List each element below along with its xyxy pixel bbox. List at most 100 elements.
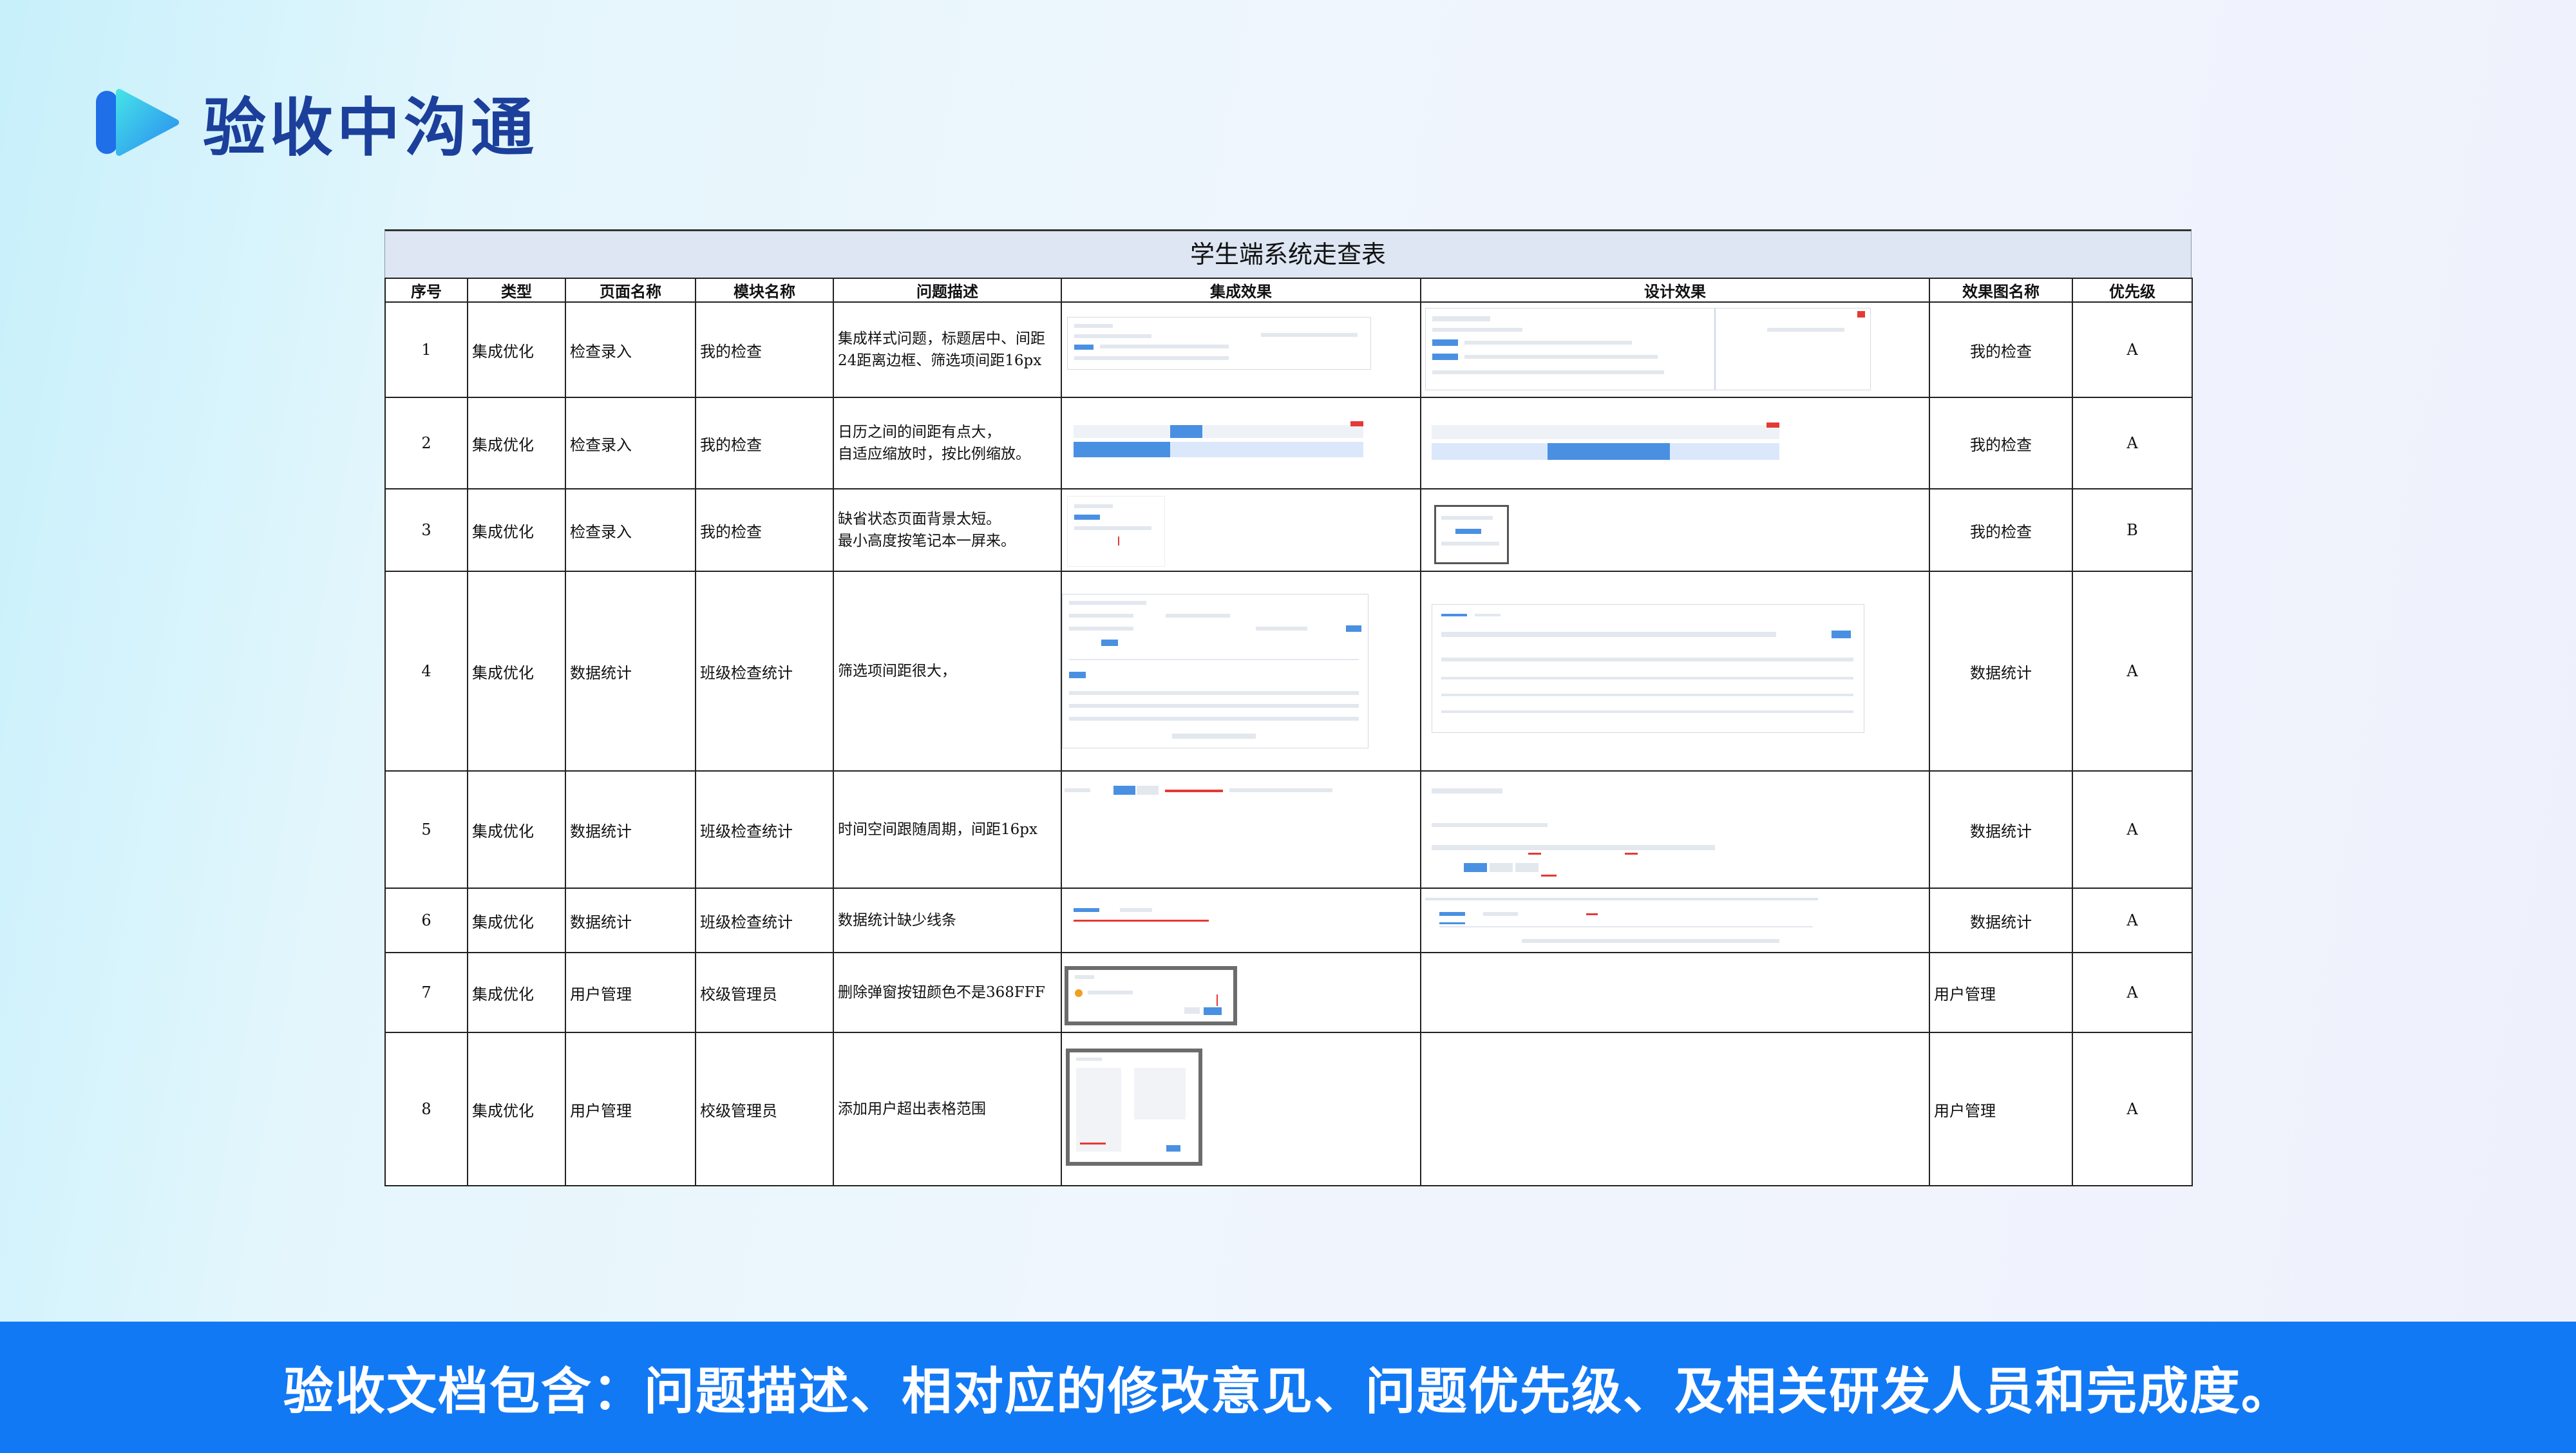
screenshot-thumbnail: [1425, 781, 1721, 884]
integrated-screenshot: [1061, 397, 1421, 489]
cell-no: 3: [384, 488, 468, 572]
screenshot-thumbnail: [1066, 1049, 1202, 1166]
cell-page: 检查录入: [565, 488, 696, 572]
cell-module: 我的检查: [695, 488, 834, 572]
review-sheet: 学生端系统走查表 序号 类型 页面名称 模块名称 问题描述 集成效果 设计效果 …: [384, 229, 2193, 1186]
cell-priority: A: [2072, 571, 2193, 772]
cell-desc: 缺省状态页面背景太短。 最小高度按笔记本一屏来。: [833, 488, 1062, 572]
cell-desc: 日历之间的间距有点大， 自适应缩放时，按比例缩放。: [833, 397, 1062, 489]
cell-type: 集成优化: [467, 1032, 566, 1186]
col-header-effect-name: 效果图名称: [1929, 278, 2073, 303]
desc-line: 添加用户超出表格范围: [838, 1101, 986, 1117]
integrated-screenshot: [1061, 1032, 1421, 1186]
integrated-screenshot: [1061, 888, 1421, 953]
screenshot-thumbnail: [1062, 594, 1368, 748]
cell-priority: A: [2072, 888, 2193, 953]
integrated-screenshot: [1061, 571, 1421, 772]
cell-desc: 筛选项间距很大，: [833, 571, 1062, 772]
desc-line: 时间空间跟随周期，间距16px: [838, 821, 1037, 838]
desc-line: 集成样式问题，标题居中、间距: [838, 330, 1045, 347]
cell-effect-name: 数据统计: [1929, 888, 2073, 953]
cell-effect-name: 我的检查: [1929, 488, 2073, 572]
table-row: 2 集成优化 检查录入 我的检查 日历之间的间距有点大， 自适应缩放时，按比例缩…: [384, 397, 2193, 489]
cell-desc: 添加用户超出表格范围: [833, 1032, 1062, 1186]
cell-module: 我的检查: [695, 397, 834, 489]
cell-page: 用户管理: [565, 952, 696, 1033]
screenshot-thumbnail: [1067, 496, 1165, 567]
screenshot-thumbnail: [1425, 898, 1818, 951]
cell-no: 6: [384, 888, 468, 953]
design-screenshot: [1420, 397, 1930, 489]
page-title: 验收中沟通: [203, 91, 538, 165]
cell-no: 2: [384, 397, 468, 489]
review-table: 序号 类型 页面名称 模块名称 问题描述 集成效果 设计效果 效果图名称 优先级…: [384, 278, 2193, 1186]
cell-desc: 时间空间跟随周期，间距16px: [833, 770, 1062, 889]
cell-effect-name: 用户管理: [1929, 952, 2073, 1033]
cell-no: 7: [384, 952, 468, 1033]
screenshot-thumbnail: [1067, 416, 1370, 462]
col-header-page: 页面名称: [565, 278, 696, 303]
cell-priority: A: [2072, 952, 2193, 1033]
table-row: 7 集成优化 用户管理 校级管理员 删除弹窗按钮颜色不是368FFF 用户管理 …: [384, 952, 2193, 1033]
cell-desc: 集成样式问题，标题居中、间距 24距离边框、筛选项间距16px: [833, 301, 1062, 398]
cell-effect-name: 数据统计: [1929, 571, 2073, 772]
cell-type: 集成优化: [467, 301, 566, 398]
footer-text: 验收文档包含：问题描述、相对应的修改意见、问题优先级、及相关研发人员和完成度。: [283, 1363, 2293, 1421]
footer-banner: 验收文档包含：问题描述、相对应的修改意见、问题优先级、及相关研发人员和完成度。: [0, 1322, 2576, 1453]
design-screenshot: [1420, 571, 1930, 772]
table-header-row: 序号 类型 页面名称 模块名称 问题描述 集成效果 设计效果 效果图名称 优先级: [384, 278, 2193, 303]
cell-module: 校级管理员: [695, 952, 834, 1033]
integrated-screenshot: [1061, 488, 1421, 572]
cell-module: 我的检查: [695, 301, 834, 398]
play-logo-icon: [93, 87, 184, 158]
cell-no: 4: [384, 571, 468, 772]
cell-page: 数据统计: [565, 571, 696, 772]
desc-line: 24距离边框、筛选项间距16px: [838, 352, 1042, 369]
design-screenshot: [1420, 770, 1930, 889]
desc-line: 删除弹窗按钮颜色不是368FFF: [838, 984, 1045, 1001]
cell-module: 校级管理员: [695, 1032, 834, 1186]
cell-type: 集成优化: [467, 397, 566, 489]
design-screenshot: [1420, 488, 1930, 572]
sheet-title: 学生端系统走查表: [384, 229, 2192, 278]
col-header-design: 设计效果: [1420, 278, 1930, 303]
cell-page: 检查录入: [565, 301, 696, 398]
desc-line: 最小高度按笔记本一屏来。: [838, 533, 1016, 549]
cell-effect-name: 数据统计: [1929, 770, 2073, 889]
col-header-integrated: 集成效果: [1061, 278, 1421, 303]
integrated-screenshot: [1061, 301, 1421, 398]
cell-effect-name: 我的检查: [1929, 301, 2073, 398]
cell-priority: A: [2072, 397, 2193, 489]
cell-desc: 数据统计缺少线条: [833, 888, 1062, 953]
desc-line: 筛选项间距很大，: [838, 663, 956, 679]
cell-page: 检查录入: [565, 397, 696, 489]
cell-page: 数据统计: [565, 770, 696, 889]
cell-type: 集成优化: [467, 952, 566, 1033]
screenshot-thumbnail: [1068, 902, 1223, 927]
screenshot-thumbnail: [1067, 317, 1371, 370]
desc-line: 数据统计缺少线条: [838, 912, 956, 929]
cell-priority: A: [2072, 770, 2193, 889]
cell-effect-name: 用户管理: [1929, 1032, 2073, 1186]
design-screenshot: [1420, 888, 1930, 953]
cell-priority: B: [2072, 488, 2193, 572]
screenshot-thumbnail: [1425, 417, 1786, 469]
cell-module: 班级检查统计: [695, 770, 834, 889]
cell-page: 用户管理: [565, 1032, 696, 1186]
design-screenshot: [1420, 301, 1930, 398]
table-row: 6 集成优化 数据统计 班级检查统计 数据统计缺少线条 数据统计 A: [384, 888, 2193, 953]
table-row: 3 集成优化 检查录入 我的检查 缺省状态页面背景太短。 最小高度按笔记本一屏来…: [384, 488, 2193, 572]
cell-type: 集成优化: [467, 571, 566, 772]
cell-priority: A: [2072, 1032, 2193, 1186]
design-screenshot: [1420, 952, 1930, 1033]
cell-type: 集成优化: [467, 770, 566, 889]
integrated-screenshot: [1061, 770, 1421, 889]
screenshot-thumbnail: [1065, 966, 1237, 1025]
col-header-priority: 优先级: [2072, 278, 2193, 303]
screenshot-thumbnail: [1425, 308, 1871, 390]
desc-line: 自适应缩放时，按比例缩放。: [838, 446, 1030, 462]
cell-module: 班级检查统计: [695, 571, 834, 772]
cell-module: 班级检查统计: [695, 888, 834, 953]
header: 验收中沟通: [93, 84, 538, 165]
cell-desc: 删除弹窗按钮颜色不是368FFF: [833, 952, 1062, 1033]
